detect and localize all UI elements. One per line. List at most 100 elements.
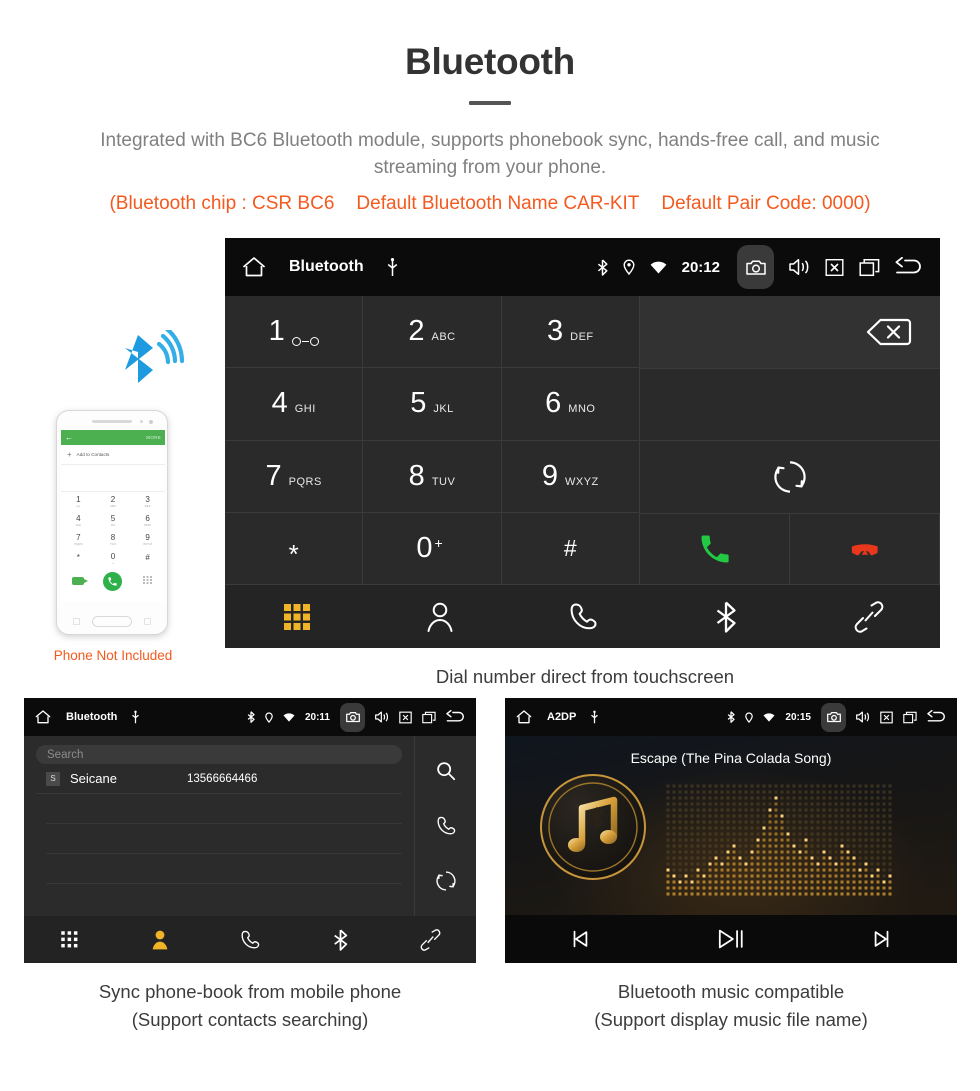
close-icon[interactable]	[399, 711, 412, 724]
keypad-grid-icon	[282, 602, 312, 632]
phone-key[interactable]: 0 +	[96, 549, 131, 568]
key-2[interactable]: 2 ABC	[363, 296, 502, 369]
previous-button[interactable]	[505, 928, 656, 950]
skip-previous-icon	[573, 930, 588, 948]
tab-pair-link[interactable]	[386, 916, 476, 963]
key-star[interactable]: *	[225, 512, 364, 585]
tab-call-log[interactable]	[511, 585, 654, 648]
phone-call-button[interactable]	[96, 571, 131, 591]
tab-bluetooth[interactable]	[295, 916, 385, 963]
camera-icon[interactable]	[821, 702, 846, 732]
phone-key[interactable]: *	[61, 549, 96, 568]
phone-back-key[interactable]	[144, 618, 151, 625]
tab-contacts[interactable]	[368, 585, 511, 648]
wifi-icon	[283, 712, 295, 722]
call-end-button[interactable]	[790, 513, 940, 585]
phone-key[interactable]: 5 JKL	[96, 511, 131, 530]
home-icon[interactable]	[34, 709, 52, 725]
handset-icon[interactable]	[435, 815, 457, 837]
phone-key-sub: TUV	[109, 541, 116, 546]
next-button[interactable]	[806, 928, 957, 950]
phone-key[interactable]: 6 MNO	[130, 511, 165, 530]
phone-key[interactable]: 1 oo	[61, 492, 96, 511]
key-digit: 8	[408, 459, 425, 492]
search-placeholder: Search	[47, 748, 84, 761]
a2dp-status-bar: A2DP 20:15	[505, 698, 957, 736]
phone-keypad-toggle-button[interactable]	[130, 575, 165, 587]
key-5[interactable]: 5 JKL	[363, 368, 502, 441]
phone-mockup: ← MORE + Add to Contacts 1 oo 2 ABC 3 DEF 4…	[48, 330, 185, 663]
play-pause-icon	[718, 929, 743, 949]
phone-key[interactable]: 9 WXYZ	[130, 530, 165, 549]
key-letters: TUV	[431, 475, 456, 488]
key-0[interactable]: 0 +	[363, 512, 502, 585]
phone-back-icon[interactable]: ←	[65, 433, 73, 442]
recents-icon[interactable]	[859, 258, 880, 277]
handset-icon	[567, 601, 599, 633]
phone-key[interactable]: 4 GHI	[61, 511, 96, 530]
tab-keypad[interactable]	[24, 916, 114, 963]
tab-call-log[interactable]	[205, 916, 295, 963]
volume-icon[interactable]	[856, 711, 870, 723]
tab-pair-link[interactable]	[797, 585, 940, 648]
phone-key-digit: 2	[110, 494, 116, 504]
close-icon[interactable]	[880, 711, 893, 724]
phonebook-body: Search S Seicane 13566664466	[24, 736, 476, 916]
volume-icon[interactable]	[375, 711, 389, 723]
home-icon[interactable]	[241, 255, 267, 279]
call-answer-button[interactable]	[640, 513, 790, 585]
play-pause-button[interactable]	[656, 925, 807, 953]
camera-icon[interactable]	[340, 702, 365, 732]
dialpad-caption: Dial number direct from touchscreen	[435, 666, 735, 687]
key-6[interactable]: 6 MNO	[501, 368, 640, 441]
number-display[interactable]	[640, 296, 940, 369]
table-row[interactable]: S Seicane 13566664466	[36, 764, 402, 794]
close-icon[interactable]	[825, 258, 844, 277]
phone-menu-key[interactable]	[73, 618, 80, 625]
back-icon[interactable]	[446, 710, 466, 724]
phone-key[interactable]: #	[130, 549, 165, 568]
camera-icon[interactable]	[737, 245, 774, 289]
phone-app-bar: ← MORE	[61, 430, 165, 445]
back-icon[interactable]	[927, 710, 947, 724]
phone-video-call-button[interactable]	[61, 577, 96, 585]
backspace-icon[interactable]	[866, 317, 912, 347]
recents-icon[interactable]	[903, 711, 917, 724]
phone-key-sub: +	[112, 560, 114, 565]
spec-chip: (Bluetooth chip : CSR BC6	[109, 192, 335, 214]
tab-contacts[interactable]	[114, 916, 204, 963]
phone-key[interactable]: 2 ABC	[96, 492, 131, 511]
phone-number-field	[61, 465, 165, 492]
phone-key[interactable]: 7 PQRS	[61, 530, 96, 549]
back-icon[interactable]	[895, 257, 924, 277]
phone-more-label[interactable]: MORE	[146, 435, 161, 440]
home-icon[interactable]	[515, 709, 533, 725]
phone-home-key[interactable]	[92, 616, 132, 627]
display-blank-area	[640, 368, 940, 441]
key-hash[interactable]: #	[501, 512, 640, 585]
tab-bluetooth[interactable]	[654, 585, 797, 648]
key-4[interactable]: 4 GHI	[225, 368, 364, 441]
search-icon[interactable]	[435, 760, 457, 782]
key-1[interactable]: 1	[225, 296, 364, 369]
key-3[interactable]: 3 DEF	[501, 296, 640, 369]
recents-icon[interactable]	[422, 711, 436, 724]
search-input[interactable]: Search	[36, 745, 402, 764]
key-8[interactable]: 8 TUV	[363, 440, 502, 513]
phone-key[interactable]: 8 TUV	[96, 530, 131, 549]
sync-icon[interactable]	[435, 870, 457, 892]
key-letters: MNO	[568, 403, 596, 416]
key-digit: 2	[408, 315, 425, 348]
handset-icon	[241, 930, 260, 948]
phonebook-tab-bar	[24, 916, 476, 963]
key-9[interactable]: 9 WXYZ	[501, 440, 640, 513]
key-digit: *	[288, 538, 299, 569]
sync-button[interactable]	[640, 441, 940, 514]
key-7[interactable]: 7 PQRS	[225, 440, 364, 513]
tab-keypad[interactable]	[225, 585, 368, 648]
phone-key[interactable]: 3 DEF	[130, 492, 165, 511]
volume-icon[interactable]	[789, 258, 810, 276]
phonebook-status-bar: Bluetooth 20:11	[24, 698, 476, 736]
phone-key-digit: 4	[76, 513, 81, 523]
phone-add-contact-row[interactable]: + Add to Contacts	[61, 445, 165, 465]
